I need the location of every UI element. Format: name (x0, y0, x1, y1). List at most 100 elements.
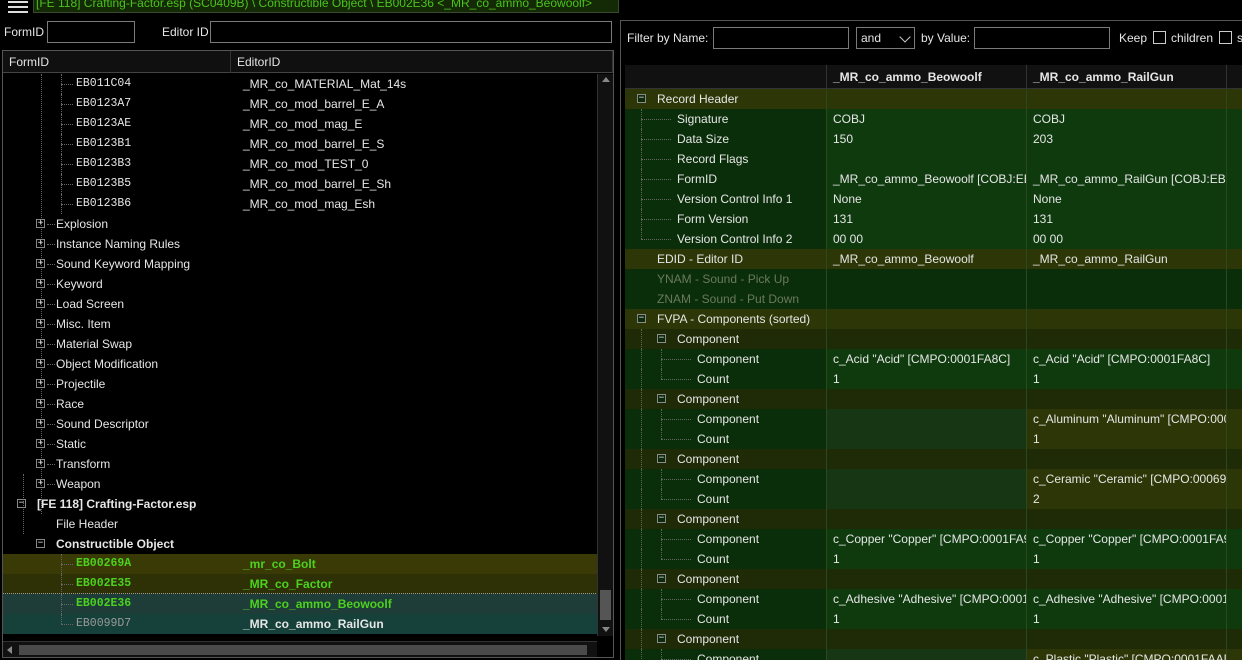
tree-row[interactable]: EB0123A7 _MR_co_mod_barrel_E_A (3, 94, 597, 114)
grid-row[interactable]: Count 1 (625, 429, 1242, 449)
grid-value-cell-2[interactable]: 1 (1027, 369, 1227, 389)
grid-value-cell-1[interactable]: COBJ (827, 109, 1027, 129)
grid-row[interactable]: − Component (625, 389, 1242, 409)
grid-value-cell-1[interactable]: c_Copper "Copper" [CMPO:0001FA94] (827, 529, 1027, 549)
grid-column-header-1[interactable]: _MR_co_ammo_Beowoolf (827, 65, 1027, 89)
grid-row[interactable]: − Component (625, 569, 1242, 589)
grid-value-cell-2[interactable] (1027, 289, 1227, 309)
grid-value-cell-1[interactable] (827, 89, 1027, 109)
grid-row[interactable]: Form Version 131 131 (625, 209, 1242, 229)
grid-value-cell-1[interactable]: 1 (827, 369, 1027, 389)
grid-value-cell-2[interactable] (1027, 389, 1227, 409)
grid-value-cell-2[interactable]: 1 (1027, 609, 1227, 629)
expand-icon[interactable]: + (36, 479, 45, 488)
grid-value-cell-2[interactable]: 203 (1027, 129, 1227, 149)
grid-row[interactable]: Version Control Info 2 00 00 00 00 (625, 229, 1242, 249)
expand-icon[interactable]: + (36, 359, 45, 368)
grid-row[interactable]: Record Flags (625, 149, 1242, 169)
grid-value-cell-2[interactable]: c_Adhesive "Adhesive" [CMPO:0001FAA5] (1027, 589, 1227, 609)
grid-value-cell-1[interactable]: 1 (827, 549, 1027, 569)
collapse-icon[interactable]: − (657, 334, 666, 343)
tree-group[interactable]: − Constructible Object (3, 534, 597, 554)
grid-value-cell-2[interactable] (1027, 309, 1227, 329)
expand-icon[interactable]: + (36, 379, 45, 388)
filter-by-name-input[interactable] (713, 27, 849, 49)
tree-row[interactable]: EB0123B3 _MR_co_mod_TEST_0 (3, 154, 597, 174)
grid-row[interactable]: − Component (625, 329, 1242, 349)
grid-row[interactable]: Component c_Aluminum "Aluminum" [CMPO:000… (625, 409, 1242, 429)
grid-value-cell-1[interactable] (827, 429, 1027, 449)
grid-value-cell-1[interactable] (827, 509, 1027, 529)
collapse-icon[interactable]: − (657, 574, 666, 583)
tree-group[interactable]: + Material Swap (3, 334, 597, 354)
grid-row[interactable]: Count 1 1 (625, 369, 1242, 389)
expand-icon[interactable]: + (36, 259, 45, 268)
expand-icon[interactable]: + (36, 219, 45, 228)
expand-icon[interactable]: + (36, 459, 45, 468)
keep-children-checkbox[interactable] (1153, 31, 1166, 44)
grid-row[interactable]: Component c_Ceramic "Ceramic" [CMPO:00069… (625, 469, 1242, 489)
tree-group[interactable]: + Static (3, 434, 597, 454)
grid-row[interactable]: FormID _MR_co_ammo_Beowoolf [COBJ:EB002E3… (625, 169, 1242, 189)
grid-row[interactable]: EDID - Editor ID _MR_co_ammo_Beowoolf _MR_… (625, 249, 1242, 269)
grid-value-cell-1[interactable]: 00 00 (827, 229, 1027, 249)
grid-value-cell-2[interactable] (1027, 149, 1227, 169)
grid-value-cell-1[interactable]: 131 (827, 209, 1027, 229)
tree-horizontal-scrollbar[interactable] (3, 641, 597, 657)
grid-row[interactable]: ZNAM - Sound - Put Down (625, 289, 1242, 309)
grid-value-cell-1[interactable] (827, 489, 1027, 509)
grid-value-cell-1[interactable] (827, 449, 1027, 469)
filter-by-value-input[interactable] (974, 27, 1110, 49)
tree-group[interactable]: + Sound Descriptor (3, 414, 597, 434)
grid-row[interactable]: Version Control Info 1 None None (625, 189, 1242, 209)
grid-value-cell-2[interactable]: 131 (1027, 209, 1227, 229)
tree-row[interactable]: EB0123AE _MR_co_mod_mag_E (3, 114, 597, 134)
grid-value-cell-2[interactable] (1027, 449, 1227, 469)
scroll-left-icon[interactable] (7, 646, 12, 654)
expand-icon[interactable]: + (36, 319, 45, 328)
tree-group[interactable]: + Sound Keyword Mapping (3, 254, 597, 274)
grid-value-cell-1[interactable]: _MR_co_ammo_Beowoolf [COBJ:EB002E36] (827, 169, 1027, 189)
tree-row[interactable]: EB0123B6 _MR_co_mod_mag_Esh (3, 194, 597, 214)
grid-value-cell-1[interactable] (827, 409, 1027, 429)
expand-icon[interactable]: + (36, 279, 45, 288)
grid-value-cell-1[interactable] (827, 309, 1027, 329)
grid-value-cell-2[interactable]: 1 (1027, 549, 1227, 569)
grid-row[interactable]: − Component (625, 509, 1242, 529)
grid-value-cell-2[interactable]: c_Plastic "Plastic" [CMPO:0001FAAD] (1027, 649, 1227, 660)
tree-group[interactable]: + Explosion (3, 214, 597, 234)
collapse-icon[interactable]: − (657, 514, 666, 523)
tree-record-row[interactable]: EB00269A _mr_co_Bolt (3, 554, 597, 574)
grid-row[interactable]: Component c_Adhesive "Adhesive" [CMPO:000… (625, 589, 1242, 609)
tree-row[interactable]: EB0123B5 _MR_co_mod_barrel_E_Sh (3, 174, 597, 194)
grid-row[interactable]: − Component (625, 449, 1242, 469)
grid-value-cell-1[interactable] (827, 469, 1027, 489)
filter-operator-select[interactable]: and (856, 27, 915, 49)
formid-column-header[interactable]: FormID (3, 51, 231, 73)
grid-value-cell-1[interactable] (827, 329, 1027, 349)
grid-value-cell-1[interactable] (827, 649, 1027, 660)
grid-row[interactable]: − Record Header (625, 89, 1242, 109)
scroll-down-icon[interactable] (602, 627, 610, 632)
grid-value-cell-1[interactable]: None (827, 189, 1027, 209)
expand-icon[interactable]: + (36, 339, 45, 348)
expand-icon[interactable]: + (36, 419, 45, 428)
grid-value-cell-1[interactable]: _MR_co_ammo_Beowoolf (827, 249, 1027, 269)
tree-file-header[interactable]: File Header (3, 514, 597, 534)
grid-value-cell-2[interactable] (1027, 569, 1227, 589)
grid-value-cell-2[interactable]: 1 (1027, 429, 1227, 449)
grid-row[interactable]: Component c_Acid "Acid" [CMPO:0001FA8C] c_… (625, 349, 1242, 369)
tree-group[interactable]: + Race (3, 394, 597, 414)
tree-record-row[interactable]: EB0099D7 _MR_co_ammo_RailGun (3, 614, 597, 634)
scroll-up-icon[interactable] (602, 77, 610, 82)
tree-record-row[interactable]: EB002E35 _MR_co_Factor (3, 574, 597, 594)
tree-group[interactable]: + Keyword (3, 274, 597, 294)
tree-row[interactable]: EB0123B1 _MR_co_mod_barrel_E_S (3, 134, 597, 154)
collapse-icon[interactable]: − (657, 454, 666, 463)
grid-column-header-2[interactable]: _MR_co_ammo_RailGun (1027, 65, 1227, 89)
scroll-thumb[interactable] (600, 590, 611, 620)
grid-row[interactable]: Count 1 1 (625, 549, 1242, 569)
editorid-filter-input[interactable] (210, 21, 612, 43)
grid-row[interactable]: YNAM - Sound - Pick Up (625, 269, 1242, 289)
grid-value-cell-1[interactable]: 1 (827, 609, 1027, 629)
